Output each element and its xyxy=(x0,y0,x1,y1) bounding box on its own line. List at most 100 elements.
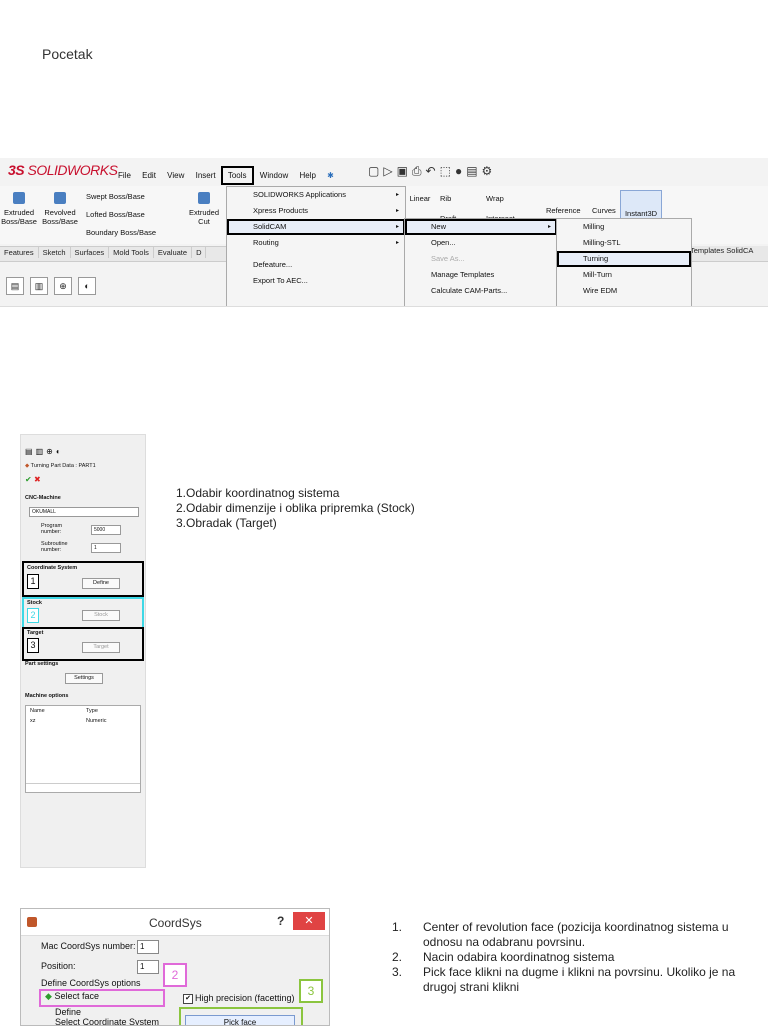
solidcam-icon xyxy=(27,917,37,927)
menu-item-turning[interactable]: Turning xyxy=(557,251,691,267)
swept-boss-button[interactable]: Swept Boss/Base xyxy=(86,192,145,201)
menu-view[interactable]: View xyxy=(167,171,184,180)
config-icon[interactable]: ⊕ xyxy=(46,447,56,456)
horizontal-scrollbar[interactable] xyxy=(26,783,140,792)
menu-item-solidcam[interactable]: SolidCAM ▸ xyxy=(227,219,405,235)
program-number-label: Program number: xyxy=(41,523,63,535)
boundary-boss-button[interactable]: Boundary Boss/Base xyxy=(86,228,156,237)
menu-window[interactable]: Window xyxy=(260,171,288,180)
menu-item-save-as[interactable]: Save As... xyxy=(405,251,557,267)
settings-button[interactable]: Settings xyxy=(65,673,103,684)
mac-coordsys-input[interactable]: 1 xyxy=(137,940,159,954)
menu-file[interactable]: File xyxy=(118,171,131,180)
tab-d[interactable]: D xyxy=(192,247,207,258)
close-button[interactable]: ✕ xyxy=(293,912,325,930)
stock-button[interactable]: Stock xyxy=(82,610,120,621)
coordinate-system-label: Coordinate System xyxy=(27,565,78,571)
subroutine-number-input[interactable]: 1 xyxy=(91,543,121,553)
tab-features[interactable]: Features xyxy=(0,247,39,258)
help-button[interactable]: ? xyxy=(277,914,284,928)
open-icon[interactable]: ▷ xyxy=(383,164,396,178)
define-button[interactable]: Define xyxy=(82,578,120,589)
configuration-manager-icon[interactable]: ⊕ xyxy=(54,277,72,295)
print-icon[interactable]: ⎙ xyxy=(412,164,426,178)
feature-manager-icon[interactable]: ▤ xyxy=(6,277,24,295)
wrap-button[interactable]: Wrap xyxy=(486,194,504,203)
machine-options-table: Name Type xz Numeric xyxy=(25,705,141,793)
feature-tree-icon[interactable]: ▤ xyxy=(25,447,36,456)
ok-check-icon[interactable]: ✔ xyxy=(25,475,32,484)
reference-geometry-button[interactable]: Reference xyxy=(546,206,581,215)
position-label: Position: xyxy=(41,961,76,971)
menu-item-mill-turn[interactable]: Mill-Turn xyxy=(557,267,691,283)
display-icon[interactable]: ◐ xyxy=(56,447,64,456)
table-cell-name[interactable]: xz xyxy=(30,718,36,724)
part-settings-label: Part settings xyxy=(25,661,59,667)
menu-item-wire-edm[interactable]: Wire EDM xyxy=(557,283,691,299)
extrude-icon xyxy=(13,192,25,204)
menu-help[interactable]: Help xyxy=(299,171,315,180)
menu-tools[interactable]: Tools xyxy=(220,166,254,185)
cnc-machine-label: CNC-Machine xyxy=(25,495,61,501)
undo-icon[interactable]: ↶ xyxy=(426,164,440,178)
menu-insert[interactable]: Insert xyxy=(196,171,216,180)
sw-right-tabs[interactable]: Templates SolidCA xyxy=(690,246,768,260)
new-document-icon[interactable]: ▢ xyxy=(368,164,383,178)
menu-item-solidworks-applications[interactable]: SOLIDWORKS Applications ▸ xyxy=(227,187,405,203)
menu-item-xpress-products[interactable]: Xpress Products ▸ xyxy=(227,203,405,219)
extruded-boss-button[interactable]: Extruded Boss/Base xyxy=(0,192,38,226)
target-button[interactable]: Target xyxy=(82,642,120,653)
define-options-label: Define CoordSys options xyxy=(41,978,141,988)
coordsys-dialog: CoordSys ? ✕ Mac CoordSys number: 1 Posi… xyxy=(20,908,330,1026)
extruded-cut-button[interactable]: Extruded Cut xyxy=(186,192,222,226)
position-input[interactable]: 1 xyxy=(137,960,159,974)
gear-icon[interactable]: ⚙ xyxy=(482,164,497,178)
rib-button[interactable]: Rib xyxy=(440,194,451,203)
machine-options-label: Machine options xyxy=(25,693,69,699)
appearance-icon[interactable]: ◐ xyxy=(78,277,96,295)
option-select-coordinate-system[interactable]: Select Coordinate System xyxy=(55,1017,159,1025)
select-icon[interactable]: ⬚ xyxy=(440,164,455,178)
program-number-input[interactable]: 5000 xyxy=(91,525,121,535)
menu-item-open[interactable]: Open... xyxy=(405,235,557,251)
table-cell-type[interactable]: Numeric xyxy=(86,718,106,724)
option-define[interactable]: Define xyxy=(55,1007,81,1017)
pick-face-button[interactable]: Pick face xyxy=(185,1015,295,1025)
menu-item-milling[interactable]: Milling xyxy=(557,219,691,235)
menu-item-calculate-cam-parts[interactable]: Calculate CAM-Parts... xyxy=(405,283,557,299)
option-select-face[interactable]: ◆ Select face xyxy=(45,991,99,1002)
high-precision-checkbox[interactable]: ✔ High precision (facetting) xyxy=(183,993,295,1004)
file-properties-icon[interactable]: ▤ xyxy=(466,164,481,178)
marker-3: 3 xyxy=(299,979,323,1003)
tab-surfaces[interactable]: Surfaces xyxy=(71,247,110,258)
menu-item-defeature[interactable]: Defeature... xyxy=(227,257,405,273)
cnc-machine-select[interactable]: OKUMALL xyxy=(29,507,139,517)
cancel-x-icon[interactable]: ✖ xyxy=(34,475,41,484)
revolve-icon xyxy=(54,192,66,204)
property-manager-icon[interactable]: ▥ xyxy=(30,277,48,295)
tab-mold-tools[interactable]: Mold Tools xyxy=(109,247,154,258)
menu-item-new[interactable]: New ▸ xyxy=(405,219,557,235)
solidcam-icon: ◆ xyxy=(25,463,30,469)
check-icon: ✔ xyxy=(183,993,193,1004)
pin-icon[interactable]: ✱ xyxy=(327,171,334,180)
linear-pattern-button[interactable]: Linear xyxy=(408,194,432,203)
list-item: 1. Center of revolution face (pozicija ko… xyxy=(392,920,729,949)
save-icon[interactable]: ▣ xyxy=(397,164,412,178)
menu-item-routing[interactable]: Routing ▸ xyxy=(227,235,405,251)
sw-manager-icons: ▤ ▥ ⊕ ◐ xyxy=(6,276,102,295)
lofted-boss-button[interactable]: Lofted Boss/Base xyxy=(86,210,145,219)
new-submenu: Milling Milling-STL Turning Mill-Turn Wi… xyxy=(556,218,692,306)
tools-menu: SOLIDWORKS Applications ▸ Xpress Products… xyxy=(226,186,406,306)
revolved-boss-button[interactable]: Revolved Boss/Base xyxy=(40,192,80,226)
solidcam-submenu: New ▸ Open... Save As... Manage Templates… xyxy=(404,218,558,306)
property-icon[interactable]: ▥ xyxy=(36,447,47,456)
rebuild-icon[interactable]: ● xyxy=(455,164,466,178)
tab-evaluate[interactable]: Evaluate xyxy=(154,247,193,258)
menu-item-export-to-aec[interactable]: Export To AEC... xyxy=(227,273,405,289)
curves-button[interactable]: Curves xyxy=(592,206,616,215)
menu-item-milling-stl[interactable]: Milling-STL xyxy=(557,235,691,251)
menu-edit[interactable]: Edit xyxy=(142,171,156,180)
menu-item-manage-templates[interactable]: Manage Templates xyxy=(405,267,557,283)
tab-sketch[interactable]: Sketch xyxy=(39,247,71,258)
